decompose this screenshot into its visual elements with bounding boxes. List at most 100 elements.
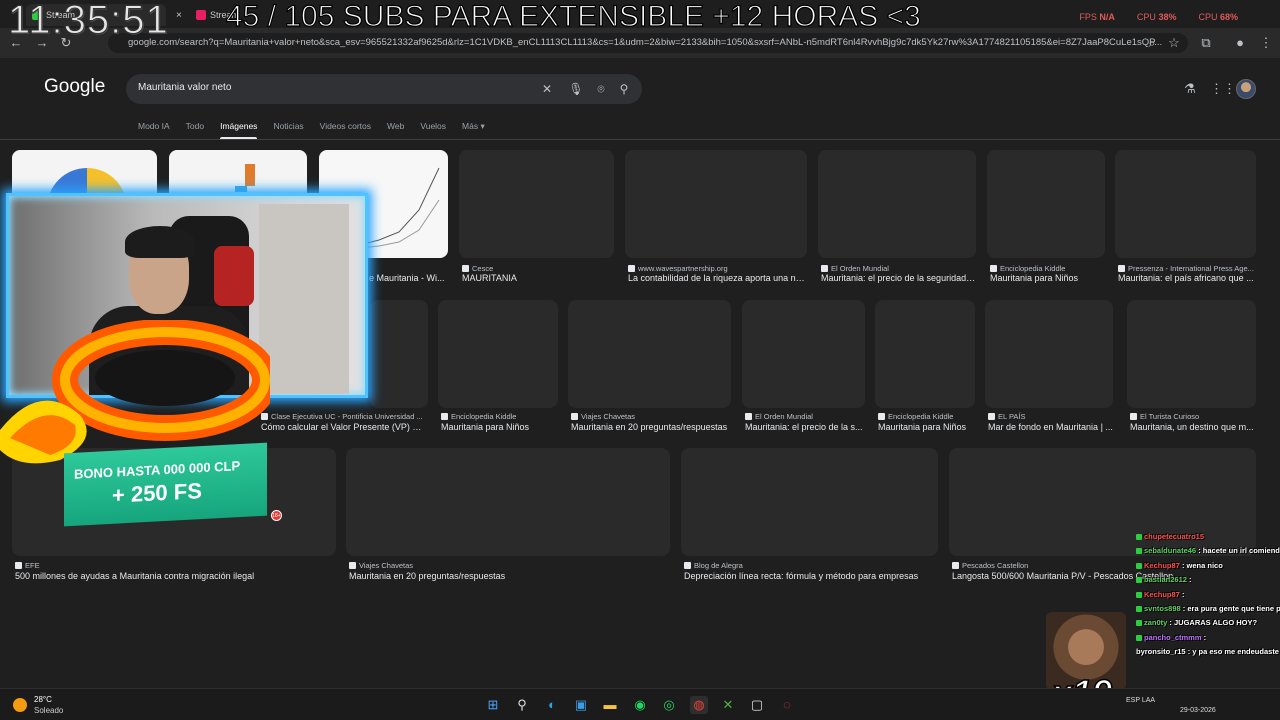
favicon-icon [571, 413, 578, 420]
avatar[interactable] [1236, 79, 1256, 99]
xbox-icon[interactable]: ✕ [719, 696, 737, 714]
result-title[interactable]: 500 millones de ayudas a Mauritania cont… [15, 571, 335, 581]
result-thumbnail[interactable] [875, 300, 975, 408]
record-icon[interactable]: ◌ [778, 696, 796, 714]
result-source: EL PAÍS [988, 412, 1116, 421]
chat-message: sebaldunate46 : hacete un irl comiendo h… [1136, 544, 1280, 558]
badge-icon [1136, 534, 1142, 541]
result-source: El Turista Curioso [1130, 412, 1258, 421]
extensions-icon[interactable]: ⧉ [1196, 33, 1216, 53]
apps-grid-icon[interactable]: ⋮⋮ [1210, 80, 1236, 98]
labs-flask-icon[interactable]: ⚗ [1181, 80, 1199, 98]
result-title[interactable]: La contabilidad de la riqueza aporta una… [628, 273, 808, 283]
stream-clock: 11:35:51 [8, 0, 169, 43]
weather-description[interactable]: Soleado [34, 706, 63, 715]
badge-icon [1136, 606, 1142, 613]
camera-lens-icon[interactable]: ⌾ [592, 80, 610, 98]
tab-vuelos[interactable]: Vuelos [420, 121, 446, 140]
result-title[interactable]: Mauritania para Niños [990, 273, 1108, 283]
result-thumbnail[interactable] [568, 300, 731, 408]
clear-icon[interactable]: ✕ [538, 80, 556, 98]
result-title[interactable]: MAURITANIA [462, 273, 612, 283]
search-icon[interactable]: ⚲ [615, 80, 633, 98]
favicon-icon [441, 413, 448, 420]
badge-icon [1136, 591, 1142, 598]
tab-close-icon[interactable]: × [170, 4, 186, 26]
result-source: Viajes Chavetas [349, 561, 669, 570]
profile-icon[interactable]: ● [1230, 33, 1250, 53]
chat-message: Kechup87 : wena nico [1136, 559, 1280, 573]
whatsapp-icon[interactable]: ◎ [660, 696, 678, 714]
result-thumbnail[interactable] [1127, 300, 1256, 408]
result-title[interactable]: Depreciación línea recta: fórmula y méto… [684, 571, 939, 581]
result-title[interactable]: e Mauritania - Wi... [369, 273, 449, 283]
result-source: Enciclopedia Kiddle [990, 264, 1108, 273]
store-icon[interactable]: ▣ [572, 696, 590, 714]
tab-noticias[interactable]: Noticias [273, 121, 303, 140]
result-thumbnail[interactable] [742, 300, 865, 408]
result-thumbnail[interactable] [987, 150, 1105, 258]
result-title[interactable]: Mauritania, un destino que m... [1130, 422, 1258, 432]
taskbar-date[interactable]: 29-03-2026 [1180, 707, 1216, 714]
result-thumbnail[interactable] [438, 300, 558, 408]
result-thumbnail[interactable] [681, 448, 938, 556]
favicon-icon [349, 562, 356, 569]
result-thumbnail[interactable] [1115, 150, 1256, 258]
casino-promo-banner[interactable]: BONO HASTA 000 000 CLP + 250 FS [64, 442, 267, 527]
result-thumbnail[interactable] [370, 300, 428, 408]
chrome-icon[interactable]: ◍ [690, 696, 708, 714]
weather-temperature[interactable]: 28°C [34, 695, 52, 704]
search-box[interactable]: Mauritania valor neto ✕ 🎙 ⌾ ⚲ [126, 74, 642, 104]
obs-icon[interactable]: ▢ [748, 696, 766, 714]
result-thumbnail[interactable] [459, 150, 614, 258]
tab-favicon-icon [196, 10, 206, 20]
bar-image [235, 186, 247, 192]
spotify-icon[interactable]: ◉ [631, 696, 649, 714]
result-title[interactable]: Mauritania en 20 preguntas/respuestas [571, 422, 734, 432]
tab-imagenes[interactable]: Imágenes [220, 121, 258, 140]
url-bar[interactable]: google.com/search?q=Mauritania+valor+net… [108, 33, 1188, 53]
webcam-chair-accent [214, 246, 254, 306]
result-source: Cesce [462, 264, 612, 273]
result-title[interactable]: Mar de fondo en Mauritania | ... [988, 422, 1116, 432]
file-explorer-icon[interactable]: ▬ [601, 696, 619, 714]
result-title[interactable]: Mauritania para Niños [878, 422, 978, 432]
result-title[interactable]: Mauritania para Niños [441, 422, 561, 432]
result-thumbnail[interactable] [985, 300, 1113, 408]
search-icon[interactable]: ⚲ [513, 696, 531, 714]
chat-message: svntos898 : era pura gente que tiene pro… [1136, 602, 1280, 616]
result-source: Pressenza - International Press Age... [1118, 264, 1258, 273]
bookmark-star-icon[interactable]: ☆ [1164, 33, 1184, 53]
result-source: El Orden Mundial [745, 412, 865, 421]
tab-modo-ia[interactable]: Modo IA [138, 121, 170, 140]
browser-menu-icon[interactable]: ⋮ [1256, 33, 1276, 53]
chat-message: chupetecuatro15 [1136, 530, 1280, 544]
result-title[interactable]: Mauritania: el precio de la seguridad ..… [821, 273, 976, 283]
result-thumbnail[interactable] [818, 150, 976, 258]
language-indicator[interactable]: ESP LAA [1126, 696, 1155, 705]
tab-videos-cortos[interactable]: Videos cortos [320, 121, 371, 140]
sun-icon[interactable] [13, 698, 27, 712]
windows-start-icon[interactable]: ⊞ [484, 696, 502, 714]
result-title[interactable]: Mauritania: el precio de la s... [745, 422, 865, 432]
tab-todo[interactable]: Todo [186, 121, 204, 140]
result-title[interactable]: Mauritania: el país africano que ... [1118, 273, 1258, 283]
search-input[interactable]: Mauritania valor neto [138, 82, 231, 93]
webcam-person-hair [125, 226, 195, 258]
tab-mas[interactable]: Más ▾ [462, 121, 485, 140]
microphone-icon[interactable]: 🎙 [567, 80, 585, 98]
result-thumbnail[interactable] [625, 150, 807, 258]
promo-bonus: + 250 FS [112, 478, 202, 508]
favicon-icon [462, 265, 469, 272]
google-logo[interactable]: Google [44, 76, 105, 98]
windows-taskbar: 28°C Soleado ⊞ ⚲ ◐ ▣ ▬ ◉ ◎ ◍ ✕ ▢ ◌ ESP L… [0, 688, 1280, 720]
search-tabs: Modo IA Todo Imágenes Noticias Videos co… [138, 121, 501, 140]
tab-web[interactable]: Web [387, 121, 404, 140]
result-title[interactable]: Cómo calcular el Valor Presente (VP) o .… [261, 422, 426, 432]
zoom-icon[interactable]: ⌕ [1142, 33, 1162, 53]
edge-browser-icon[interactable]: ◐ [543, 696, 561, 714]
result-thumbnail[interactable] [346, 448, 670, 556]
result-title[interactable]: Mauritania en 20 preguntas/respuestas [349, 571, 669, 581]
performance-stats: FPS N/A CPU 38% CPU 68% [1079, 12, 1238, 22]
stream-sub-goal-banner: 45 / 105 SUBS PARA EXTENSIBLE +12 HORAS … [225, 0, 921, 34]
